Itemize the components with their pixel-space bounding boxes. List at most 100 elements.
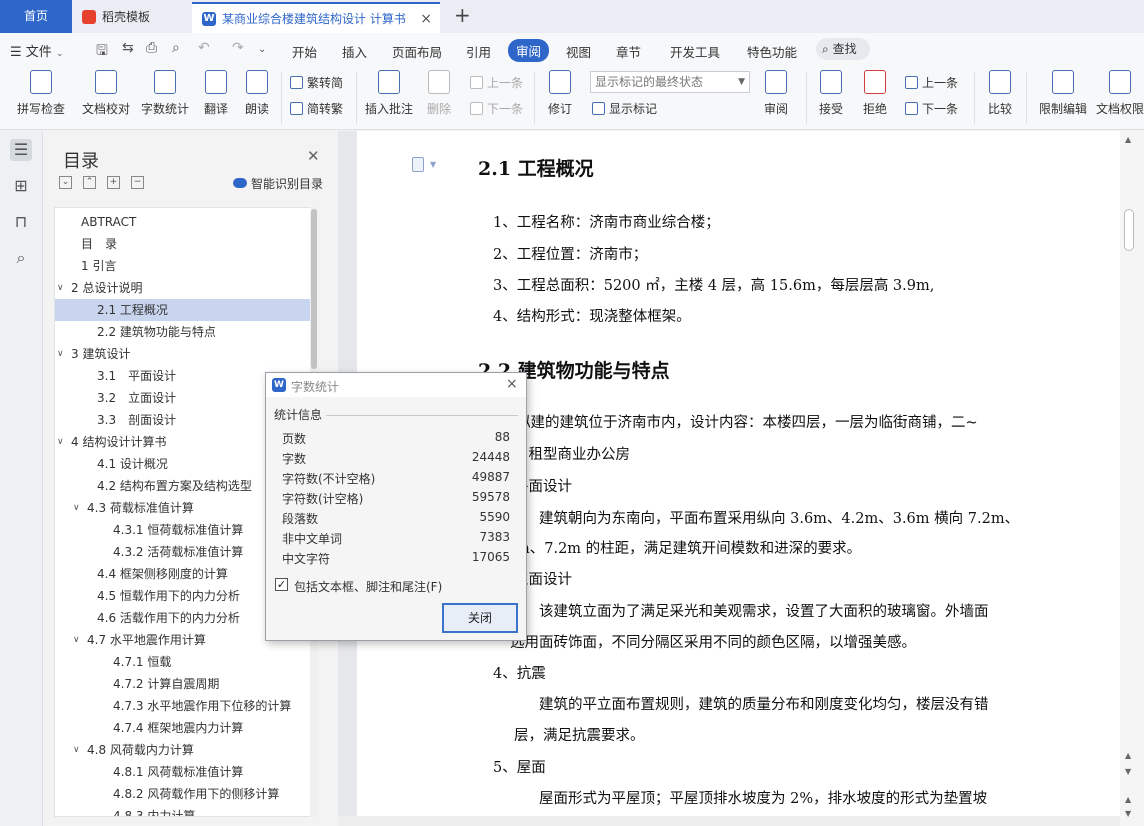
- outline-item-label: 4.7.4 框架地震内力计算: [113, 721, 244, 735]
- next-change-button[interactable]: 下一条: [905, 100, 958, 117]
- menu-references[interactable]: 引用: [466, 42, 491, 61]
- expand-arrow-icon[interactable]: ∨: [73, 497, 80, 519]
- menu-view[interactable]: 视图: [566, 42, 591, 61]
- new-tab-icon[interactable]: +: [454, 3, 471, 27]
- outline-item[interactable]: ∨ 2 总设计说明: [55, 277, 310, 299]
- trad-to-simp-button[interactable]: 繁转简: [290, 74, 343, 91]
- expand-arrow-icon[interactable]: ∨: [57, 277, 64, 299]
- compare-button[interactable]: 比较: [982, 70, 1018, 117]
- menu-page-layout[interactable]: 页面布局: [392, 42, 442, 61]
- tab-templates[interactable]: 稻壳模板: [72, 2, 190, 33]
- print-icon[interactable]: ⎙: [146, 40, 157, 56]
- ribbon-separator: [281, 72, 282, 124]
- outline-item[interactable]: 4.8.3 内力计算: [55, 805, 310, 816]
- scroll-down-icon[interactable]: ▼: [1125, 767, 1131, 776]
- expand-arrow-icon[interactable]: ∨: [57, 343, 64, 365]
- outline-item[interactable]: ∨ 3 建筑设计: [55, 343, 310, 365]
- search-button[interactable]: ⌕ 查找: [816, 38, 870, 60]
- close-button[interactable]: 关闭: [442, 603, 518, 633]
- accept-button[interactable]: 接受: [814, 70, 848, 117]
- revise-button[interactable]: 修订: [542, 70, 578, 117]
- simp-to-trad-button[interactable]: 简转繁: [290, 100, 343, 117]
- outline-item-label: 3 建筑设计: [71, 347, 131, 361]
- prev-comment-button[interactable]: 上一条: [470, 74, 523, 91]
- print-preview-icon[interactable]: ⌕: [172, 40, 180, 56]
- share-icon[interactable]: ⇆: [122, 40, 134, 56]
- outline-item[interactable]: 1 引言: [55, 255, 310, 277]
- outline-scroll-thumb[interactable]: [311, 209, 317, 369]
- next-comment-button[interactable]: 下一条: [470, 100, 523, 117]
- translate-button[interactable]: 翻译: [198, 70, 234, 117]
- page-down-icon[interactable]: ▼: [1125, 809, 1131, 818]
- include-textbox-label[interactable]: 包括文本框、脚注和尾注(F): [294, 578, 442, 595]
- undo-icon[interactable]: ↶: [198, 40, 210, 56]
- menu-developer[interactable]: 开发工具: [670, 42, 720, 61]
- file-menu[interactable]: ☰ 文件 ⌄: [10, 41, 64, 60]
- add-heading-icon[interactable]: +: [107, 176, 120, 189]
- read-aloud-button[interactable]: 朗读: [242, 70, 272, 117]
- word-count-button[interactable]: 字数统计: [140, 70, 190, 117]
- spell-check-button[interactable]: 拼写检查: [10, 70, 72, 117]
- outline-panel-icon[interactable]: ☰: [10, 139, 32, 161]
- restrict-edit-label: 限制编辑: [1038, 102, 1087, 116]
- menu-review[interactable]: 审阅: [508, 39, 550, 62]
- menu-special[interactable]: 特色功能: [747, 42, 797, 61]
- menu-home[interactable]: 开始: [292, 42, 317, 61]
- tab-document[interactable]: W 某商业综合楼建筑结构设计 计算书 ×: [192, 2, 440, 33]
- outline-item[interactable]: 目 录: [55, 233, 310, 255]
- page-up-icon[interactable]: ▲: [1125, 795, 1131, 804]
- save-icon[interactable]: 🖫: [96, 40, 108, 64]
- document-scroll-thumb[interactable]: [1124, 209, 1134, 251]
- document-scrollbar[interactable]: ▲ ▲ ▼ ▲ ▼: [1120, 131, 1144, 826]
- review-pane-button[interactable]: 审阅: [758, 70, 794, 117]
- outline-item[interactable]: 4.7.3 水平地震作用下位移的计算: [55, 695, 310, 717]
- smart-toc-button[interactable]: 智能识别目录: [233, 175, 323, 192]
- scroll-up-icon[interactable]: ▲: [1125, 751, 1131, 760]
- outline-item[interactable]: 4.8.2 风荷载作用下的侧移计算: [55, 783, 310, 805]
- redo-icon[interactable]: ↷: [232, 40, 244, 56]
- include-textbox-checkbox[interactable]: ✓: [275, 578, 288, 591]
- expand-arrow-icon[interactable]: ∨: [73, 739, 80, 761]
- outline-item[interactable]: 2.2 建筑物功能与特点: [55, 321, 310, 343]
- menu-insert[interactable]: 插入: [342, 42, 367, 61]
- scroll-up-icon[interactable]: ▲: [1125, 135, 1131, 144]
- find-icon[interactable]: ⌕: [10, 247, 32, 269]
- prev-change-button[interactable]: 上一条: [905, 74, 958, 91]
- doc-permission-button[interactable]: 文档权限: [1096, 70, 1144, 117]
- chapter-nav-icon[interactable]: ⊞: [10, 175, 32, 197]
- stat-label: 中文字符: [282, 552, 331, 566]
- doc-proof-button[interactable]: 文档校对: [80, 70, 132, 117]
- chevron-down-icon[interactable]: ▼: [430, 160, 436, 169]
- expand-arrow-icon[interactable]: ∨: [57, 431, 64, 453]
- outline-item[interactable]: 4.8.1 风荷载标准值计算: [55, 761, 310, 783]
- outline-item[interactable]: 4.7.4 框架地震内力计算: [55, 717, 310, 739]
- expand-all-icon[interactable]: ⌃: [83, 176, 96, 189]
- menu-chapter[interactable]: 章节: [616, 42, 641, 61]
- delete-comment-button[interactable]: 删除: [422, 70, 456, 117]
- remove-heading-icon[interactable]: −: [131, 176, 144, 189]
- show-markup-button[interactable]: 显示标记: [592, 100, 657, 117]
- collapse-all-icon[interactable]: ⌄: [59, 176, 72, 189]
- dialog-titlebar[interactable]: W 字数统计 ×: [266, 373, 526, 397]
- expand-arrow-icon[interactable]: ∨: [73, 629, 80, 651]
- outline-item[interactable]: 2.1 工程概况: [55, 299, 310, 321]
- tab-close-icon[interactable]: ×: [420, 4, 432, 34]
- close-icon[interactable]: ✕: [307, 147, 320, 165]
- stat-label: 段落数: [282, 512, 319, 526]
- quick-access-more-icon[interactable]: ⌄: [258, 44, 266, 55]
- tab-home[interactable]: 首页: [0, 0, 72, 33]
- markup-state-select[interactable]: 显示标记的最终状态 ▼: [590, 71, 750, 93]
- restrict-edit-button[interactable]: 限制编辑: [1036, 70, 1090, 117]
- outline-item[interactable]: 4.7.1 恒载: [55, 651, 310, 673]
- horizontal-scrollbar[interactable]: [338, 816, 1120, 826]
- page-icon[interactable]: [412, 157, 424, 172]
- doc-paragraph: 4、结构形式：现浇整体框架。: [493, 309, 691, 325]
- outline-item[interactable]: ∨ 4.8 风荷载内力计算: [55, 739, 310, 761]
- tab-templates-label: 稻壳模板: [102, 10, 151, 24]
- bookmark-icon[interactable]: ⊓: [10, 211, 32, 233]
- insert-comment-button[interactable]: 插入批注: [364, 70, 414, 117]
- reject-button[interactable]: 拒绝: [858, 70, 892, 117]
- close-icon[interactable]: ×: [506, 376, 518, 392]
- outline-item[interactable]: ABTRACT: [55, 211, 310, 233]
- outline-item[interactable]: 4.7.2 计算自震周期: [55, 673, 310, 695]
